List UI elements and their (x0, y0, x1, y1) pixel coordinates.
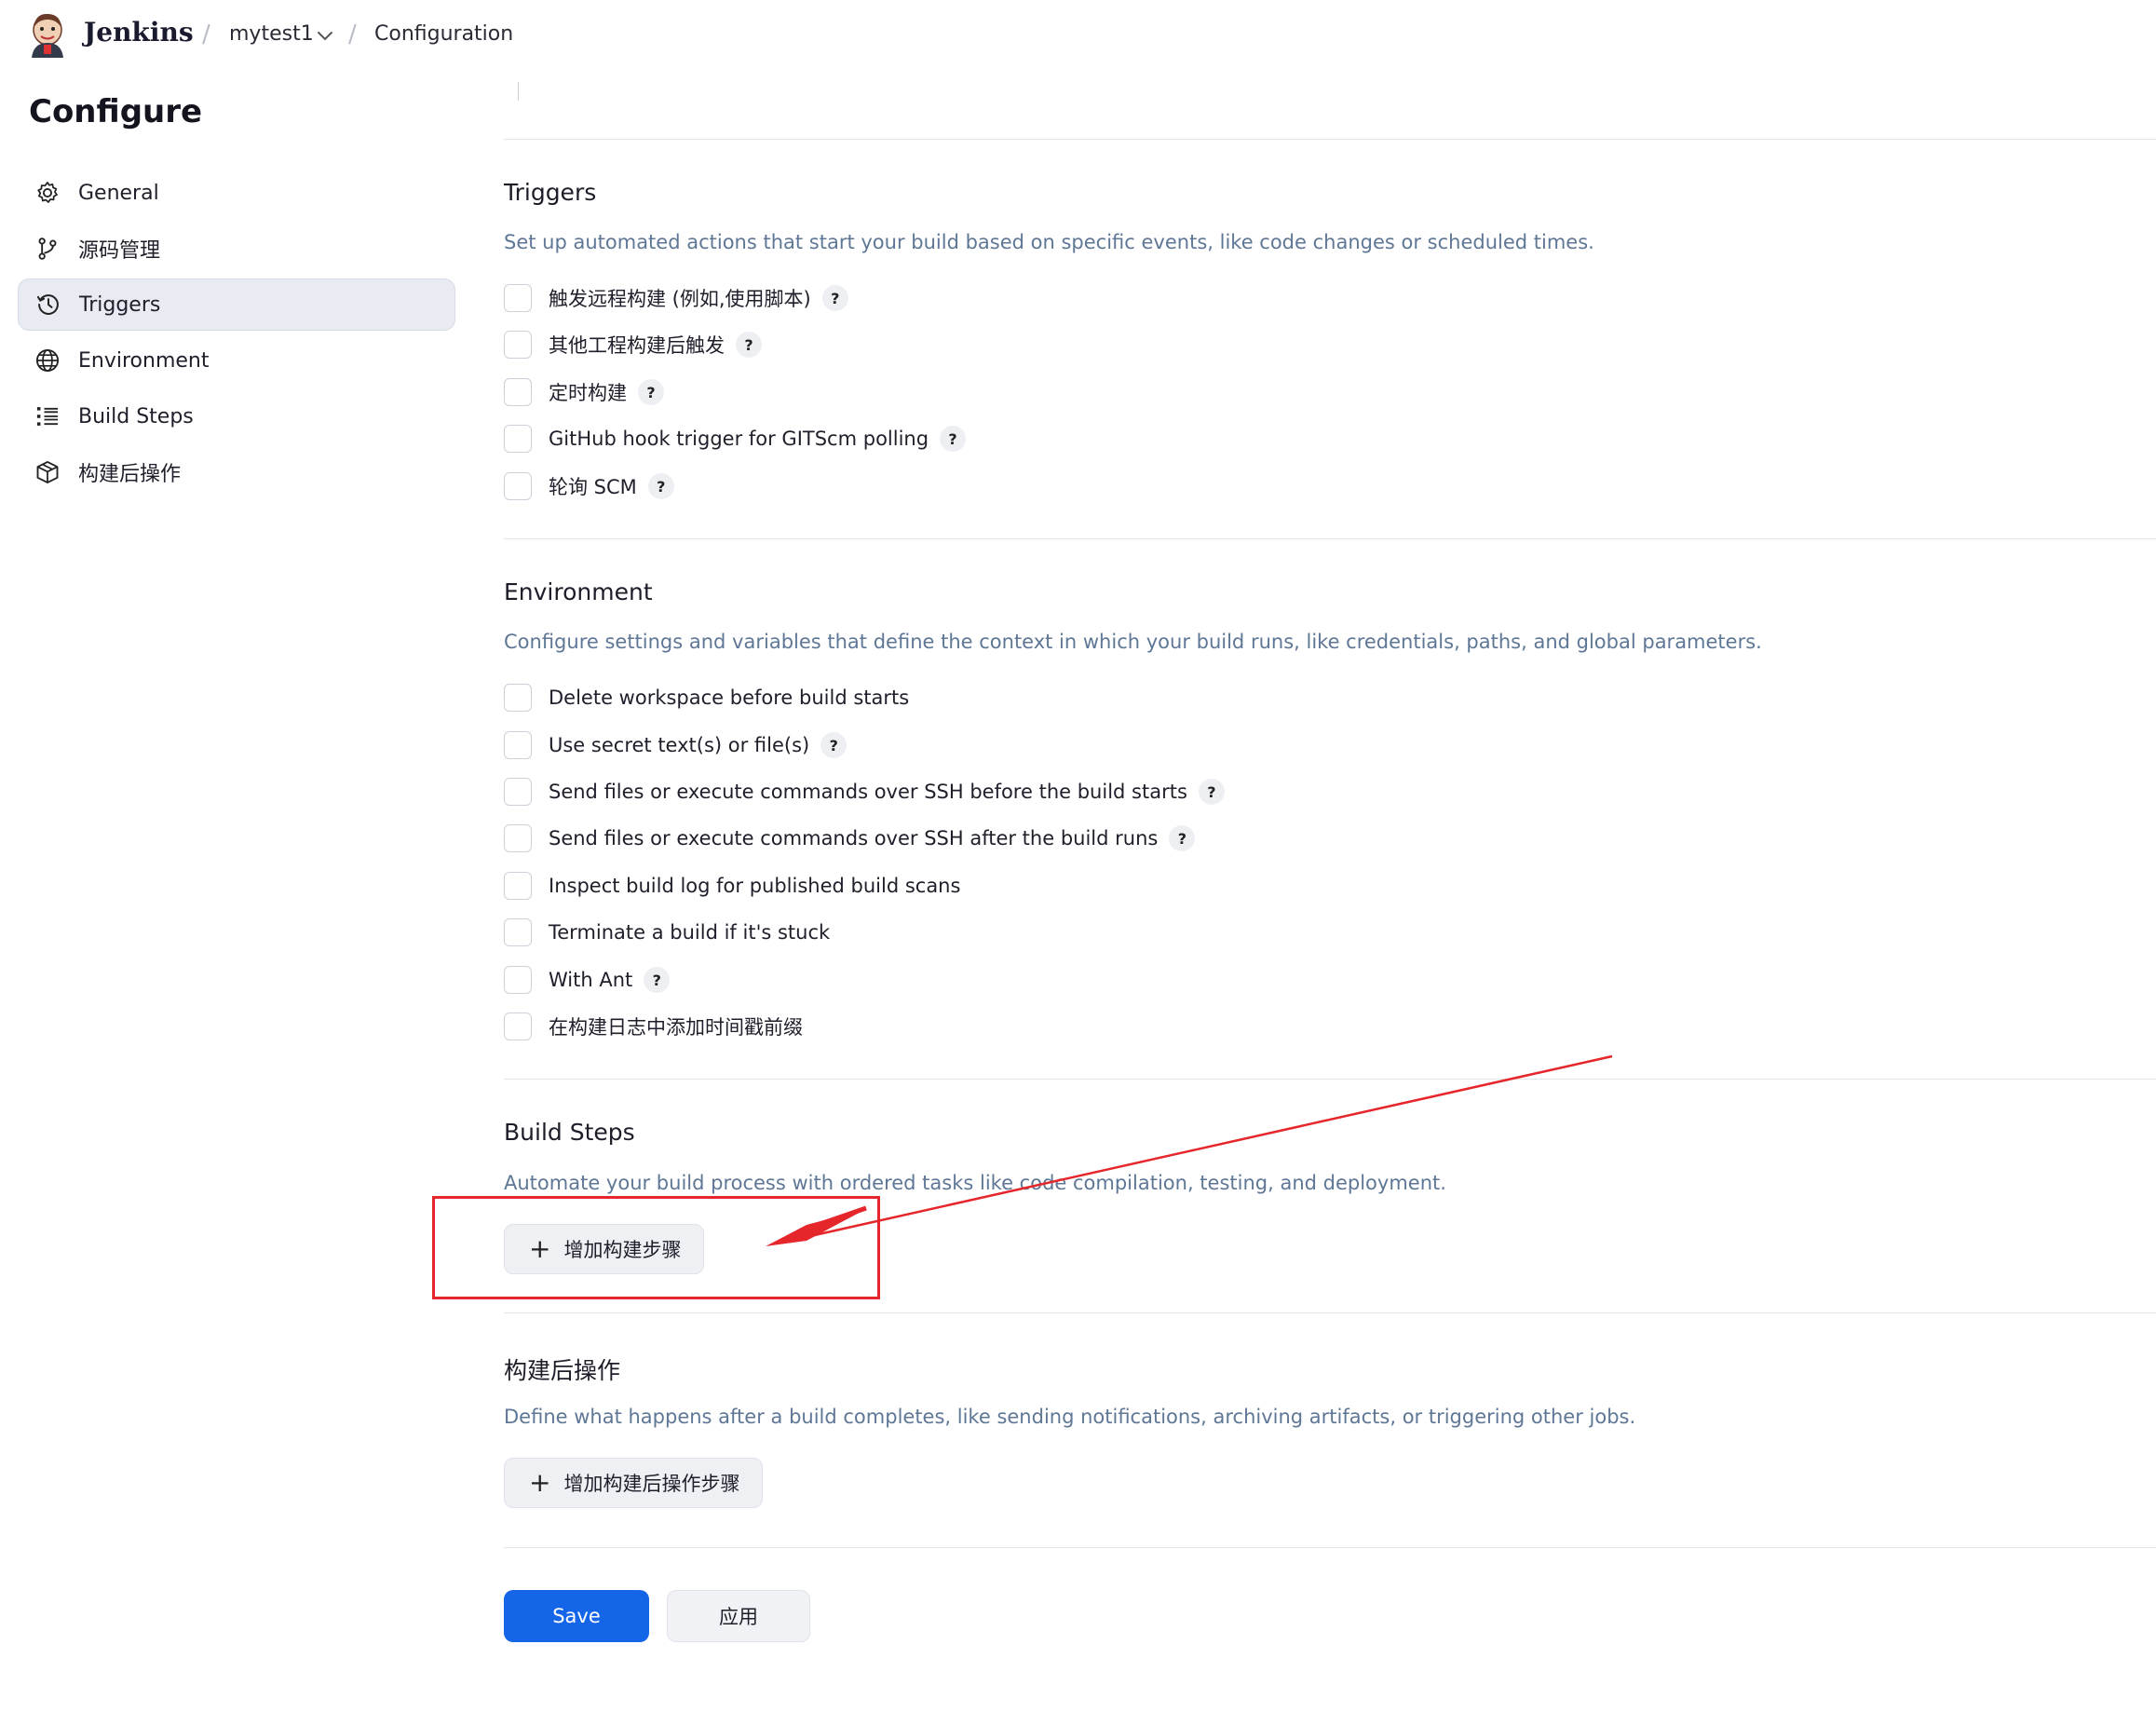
breadcrumb-project[interactable]: mytest1 (229, 22, 314, 46)
environment-option[interactable]: 在构建日志中添加时间戳前缀 (504, 1011, 803, 1042)
checkbox[interactable] (504, 918, 532, 946)
divider (504, 538, 2156, 539)
sidebar-item-environment[interactable]: Environment (18, 334, 455, 387)
divider (518, 82, 519, 101)
option-label: Inspect build log for published build sc… (549, 875, 961, 897)
environment-option[interactable]: Send files or execute commands over SSH … (504, 776, 1225, 808)
help-icon[interactable]: ? (647, 473, 674, 499)
clock-icon (34, 290, 63, 319)
checkbox[interactable] (504, 872, 532, 900)
checkbox[interactable] (504, 331, 532, 359)
page-title: Configure (29, 93, 203, 130)
divider (504, 1079, 2156, 1080)
sidebar-item-label: General (78, 181, 159, 205)
option-label: 轮询 SCM (549, 476, 637, 498)
trigger-option[interactable]: GitHub hook trigger for GITScm polling ? (504, 423, 967, 455)
section-title-environment: Environment (504, 578, 653, 605)
section-description-triggers: Set up automated actions that start your… (504, 231, 1594, 253)
section-description-environment: Configure settings and variables that de… (504, 631, 1762, 653)
option-label: Delete workspace before build starts (549, 686, 910, 709)
globe-icon (33, 346, 62, 375)
sidebar-item-general[interactable]: General (18, 167, 455, 219)
help-icon[interactable]: ? (1169, 825, 1196, 851)
save-button[interactable]: Save (504, 1590, 649, 1642)
annotation-highlight-box (432, 1196, 880, 1299)
option-label: Terminate a build if it's stuck (549, 921, 831, 944)
plus-icon: + (529, 1467, 551, 1498)
gear-icon (33, 178, 62, 208)
environment-option[interactable]: Delete workspace before build starts (504, 682, 909, 714)
option-label: Send files or execute commands over SSH … (549, 781, 1187, 803)
environment-option[interactable]: Terminate a build if it's stuck (504, 917, 830, 948)
sidebar-item-build-steps[interactable]: Build Steps (18, 390, 455, 442)
help-icon[interactable]: ? (736, 332, 762, 358)
checkbox[interactable] (504, 778, 532, 806)
checkbox[interactable] (504, 284, 532, 312)
section-title-build-steps: Build Steps (504, 1119, 635, 1146)
option-label: 在构建日志中添加时间戳前缀 (549, 1016, 803, 1039)
sidebar-item-label: 源码管理 (78, 239, 161, 263)
sidebar-item-label: Triggers (79, 292, 161, 317)
button-label: 增加构建后操作步骤 (563, 1473, 740, 1495)
help-icon[interactable]: ? (644, 967, 671, 993)
help-icon[interactable]: ? (821, 285, 848, 311)
sidebar-item-label: Environment (78, 348, 210, 373)
trigger-option[interactable]: 定时构建 ? (504, 376, 664, 408)
breadcrumb-separator: / (202, 20, 210, 48)
section-title-post-build: 构建后操作 (504, 1357, 621, 1384)
option-label: Send files or execute commands over SSH … (549, 827, 1159, 849)
help-icon[interactable]: ? (820, 732, 847, 758)
divider (504, 1312, 2156, 1313)
sidebar-item-triggers[interactable]: Triggers (18, 279, 455, 331)
sidebar-item-source-management[interactable]: 源码管理 (18, 223, 455, 275)
breadcrumb-page: Configuration (374, 22, 514, 46)
section-description-build-steps: Automate your build process with ordered… (504, 1172, 1446, 1194)
trigger-option[interactable]: 触发远程构建 (例如,使用脚本) ? (504, 282, 848, 314)
package-icon (33, 457, 62, 487)
option-label: GitHub hook trigger for GITScm polling (549, 428, 929, 450)
checkbox[interactable] (504, 731, 532, 759)
sidebar-item-post-build[interactable]: 构建后操作 (18, 446, 455, 498)
checkbox[interactable] (504, 824, 532, 852)
branch-icon (33, 234, 62, 264)
breadcrumb-separator: / (348, 20, 357, 48)
checkbox[interactable] (504, 472, 532, 500)
option-label: With Ant (549, 969, 633, 991)
add-post-build-step-button[interactable]: + 增加构建后操作步骤 (504, 1458, 764, 1508)
help-icon[interactable]: ? (940, 426, 967, 452)
section-description-post-build: Define what happens after a build comple… (504, 1406, 1636, 1428)
option-label: 其他工程构建后触发 (549, 334, 725, 357)
environment-option[interactable]: Inspect build log for published build sc… (504, 870, 960, 902)
divider (504, 1547, 2156, 1548)
brand-name[interactable]: Jenkins (84, 17, 194, 48)
checkbox[interactable] (504, 425, 532, 453)
section-title-triggers: Triggers (504, 179, 597, 206)
apply-button[interactable]: 应用 (667, 1590, 810, 1642)
divider (504, 139, 2156, 140)
checkbox[interactable] (504, 684, 532, 712)
jenkins-logo[interactable] (26, 11, 69, 58)
checkbox[interactable] (504, 1012, 532, 1040)
sidebar-item-label: Build Steps (78, 404, 194, 428)
help-icon[interactable]: ? (1198, 779, 1225, 805)
option-label: 触发远程构建 (例如,使用脚本) (549, 288, 811, 310)
environment-option[interactable]: With Ant ? (504, 964, 671, 996)
checkbox[interactable] (504, 378, 532, 406)
trigger-option[interactable]: 其他工程构建后触发 ? (504, 329, 762, 360)
environment-option[interactable]: Use secret text(s) or file(s) ? (504, 729, 847, 761)
list-icon (33, 401, 62, 431)
help-icon[interactable]: ? (638, 379, 664, 405)
option-label: 定时构建 (549, 382, 627, 404)
checkbox[interactable] (504, 966, 532, 994)
trigger-option[interactable]: 轮询 SCM ? (504, 470, 674, 502)
option-label: Use secret text(s) or file(s) (549, 734, 810, 756)
chevron-down-icon[interactable] (317, 28, 333, 46)
environment-option[interactable]: Send files or execute commands over SSH … (504, 822, 1196, 854)
sidebar-item-label: 构建后操作 (78, 463, 182, 486)
